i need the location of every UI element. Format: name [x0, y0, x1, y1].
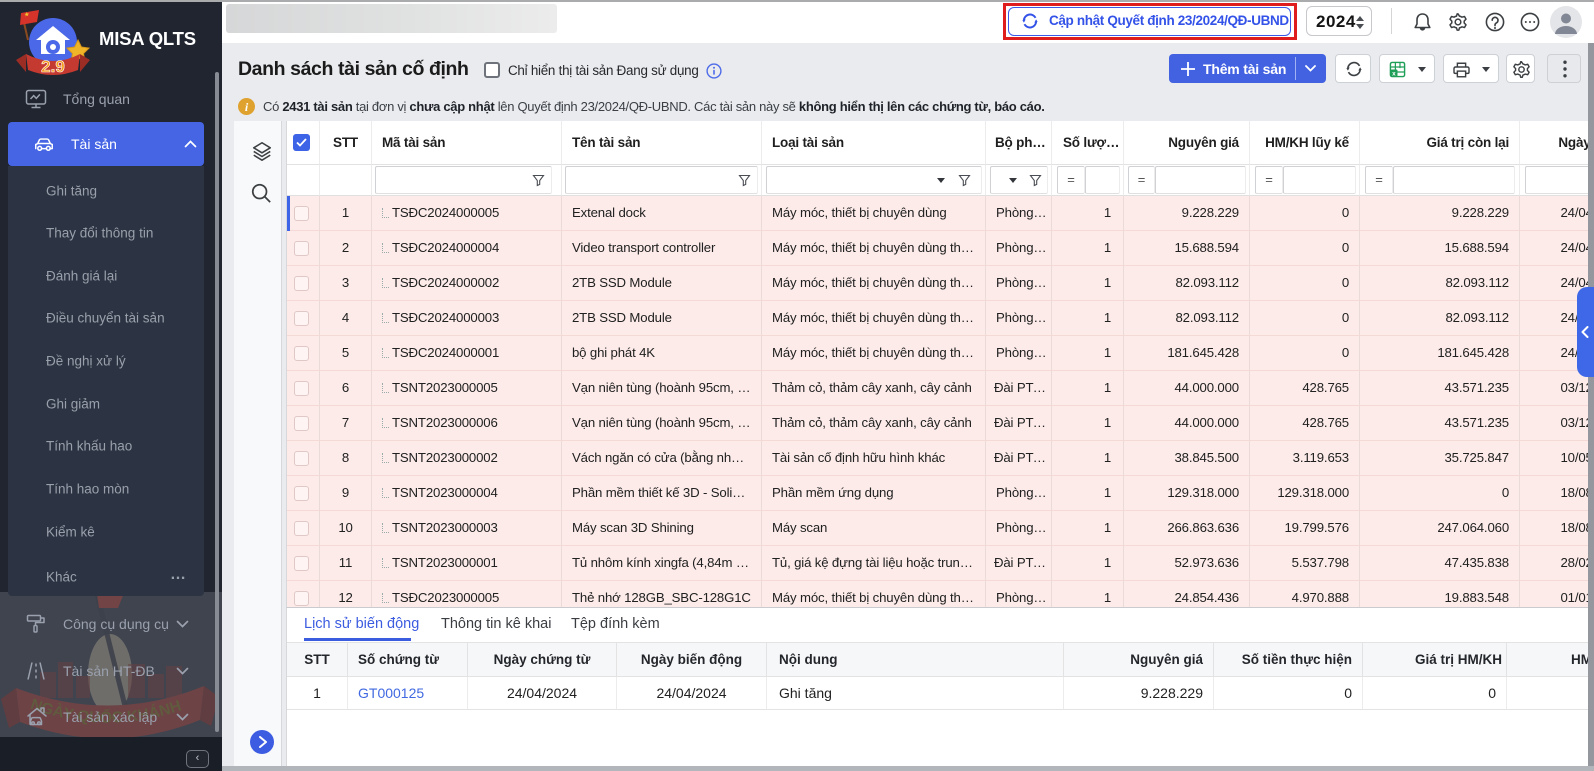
svg-text:2.9: 2.9 [41, 57, 65, 76]
svg-text:x: x [1392, 70, 1396, 77]
